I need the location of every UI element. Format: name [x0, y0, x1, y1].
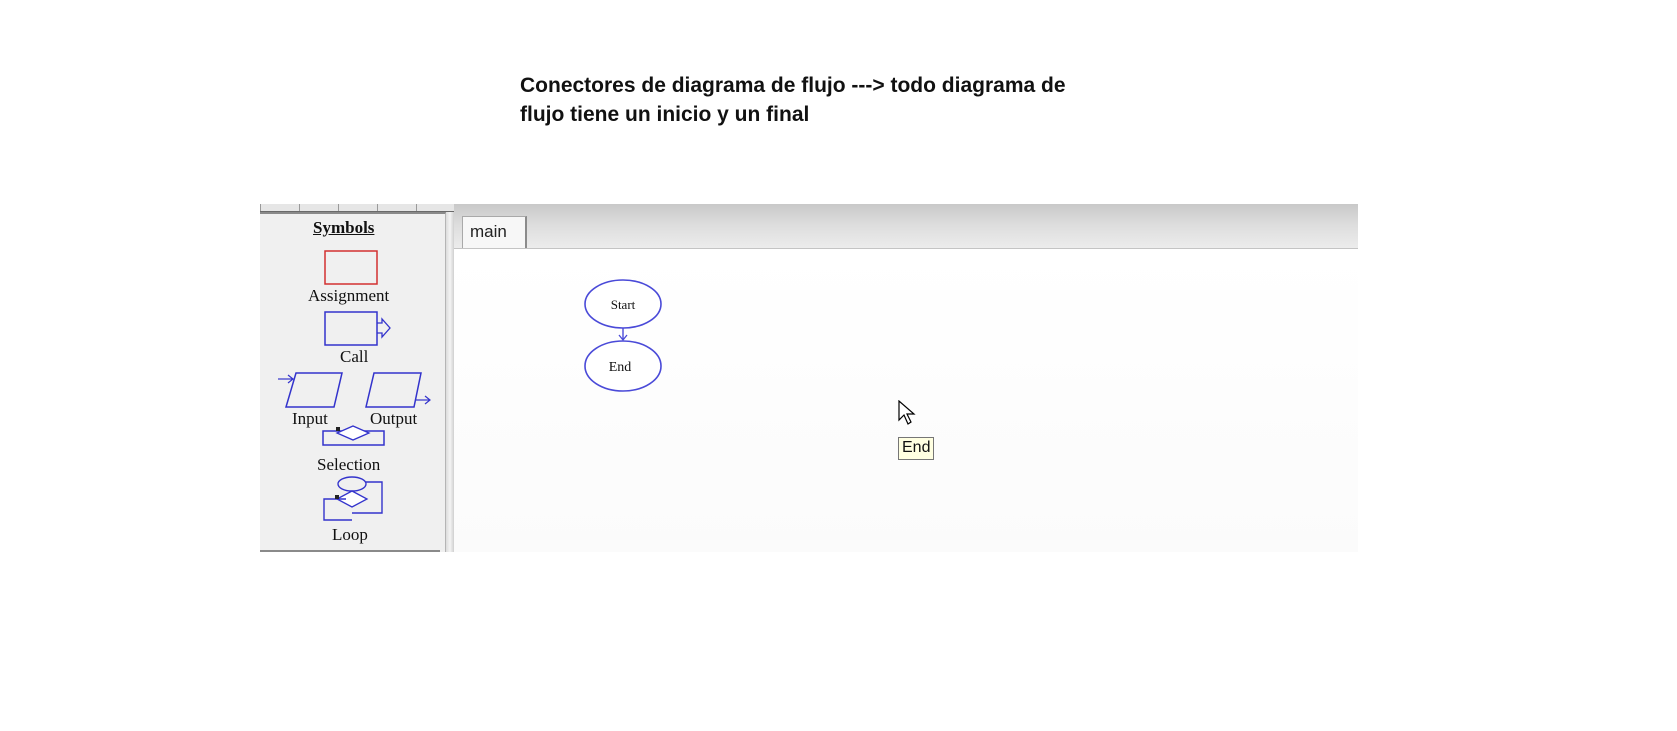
symbols-palette: Symbols Assignment Call Input Output Sel… [260, 212, 446, 552]
caption-line-1: Conectores de diagrama de flujo ---> tod… [520, 74, 1066, 97]
tooltip: End [898, 437, 935, 460]
loop-label: Loop [332, 525, 368, 544]
raptor-window: Symbols Assignment Call Input Output Sel… [260, 204, 1358, 552]
call-label: Call [340, 347, 369, 366]
palette-title: Symbols [313, 218, 375, 237]
palette-splitter[interactable] [446, 212, 454, 552]
palette-bottom-border [260, 550, 440, 552]
tab-main[interactable]: main [462, 216, 527, 248]
start-node-label: Start [611, 297, 636, 312]
mouse-pointer-icon [898, 400, 916, 425]
selection-label: Selection [317, 455, 381, 474]
input-symbol[interactable] [278, 372, 344, 410]
selection-symbol[interactable] [322, 425, 386, 447]
tab-bar: main [454, 204, 1358, 249]
loop-symbol[interactable] [322, 476, 384, 522]
assignment-symbol[interactable] [324, 250, 378, 286]
assignment-label: Assignment [308, 286, 390, 305]
flowchart-canvas[interactable]: Start End End [454, 249, 1358, 552]
caption-line-2: flujo tiene un inicio y un final [520, 103, 810, 126]
call-symbol[interactable] [324, 311, 394, 347]
page: Conectores de diagrama de flujo ---> tod… [0, 0, 1677, 731]
end-node-label: End [609, 360, 632, 375]
caption-text: Conectores de diagrama de flujo ---> tod… [520, 71, 1160, 129]
output-symbol[interactable] [365, 372, 431, 410]
